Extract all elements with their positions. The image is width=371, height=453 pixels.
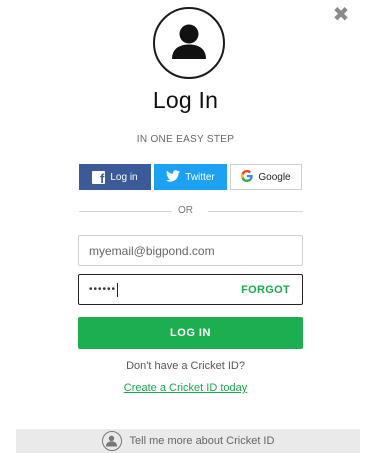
twitter-login-label: Twitter (185, 171, 215, 183)
email-field[interactable]: myemail@bigpond.com (78, 235, 303, 266)
password-masked-value: •••••• (89, 284, 117, 295)
facebook-login-label: Log in (110, 171, 138, 183)
text-cursor (117, 282, 119, 297)
create-account-link[interactable]: Create a Cricket ID today (0, 382, 371, 394)
password-field[interactable]: •••••• FORGOT (78, 274, 303, 305)
user-circle-icon (101, 431, 122, 451)
no-account-text: Don't have a Cricket ID? (126, 360, 245, 372)
forgot-password-link[interactable]: FORGOT (241, 284, 290, 296)
page-subtitle: IN ONE EASY STEP (136, 134, 235, 145)
page-title: Log In (152, 87, 219, 113)
google-login-button[interactable]: Google (230, 164, 302, 190)
divider-right (208, 211, 303, 212)
twitter-login-button[interactable]: Twitter (154, 164, 227, 190)
login-button[interactable]: LOG IN (78, 317, 303, 349)
user-icon (172, 24, 206, 59)
login-button-label: LOG IN (170, 327, 211, 339)
footer-more-info-text: Tell me more about Cricket ID (129, 435, 275, 447)
divider-or-text: OR (178, 205, 193, 216)
close-icon[interactable]: ✖ (331, 4, 351, 24)
facebook-icon: f (92, 170, 106, 185)
twitter-icon (166, 169, 181, 185)
facebook-login-button[interactable]: f Log in (79, 164, 151, 190)
footer-more-info-bar[interactable]: Tell me more about Cricket ID (16, 429, 360, 453)
avatar (153, 7, 225, 79)
google-icon (241, 169, 254, 185)
google-login-label: Google (258, 171, 291, 183)
email-field-value: myemail@bigpond.com (89, 243, 215, 258)
